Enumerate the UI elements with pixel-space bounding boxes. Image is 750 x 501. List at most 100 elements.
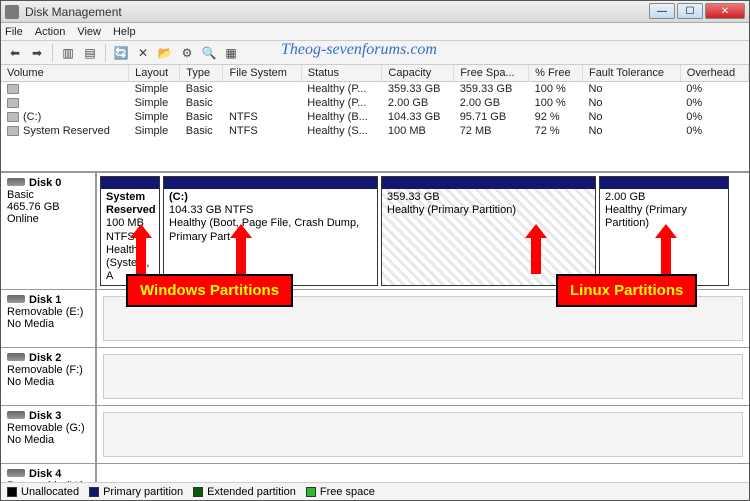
partition-area: System Reserved100 MB NTFSHealthy (Syste… bbox=[97, 173, 749, 289]
menu-help[interactable]: Help bbox=[113, 26, 136, 38]
column-header[interactable]: Free Spa... bbox=[454, 65, 529, 82]
disk-status: No Media bbox=[7, 376, 89, 388]
disk-header[interactable]: Disk 0Basic465.76 GBOnline bbox=[1, 173, 97, 289]
watermark-text: Theog-sevenforums.com bbox=[281, 41, 437, 59]
volume-list[interactable]: VolumeLayoutTypeFile SystemStatusCapacit… bbox=[1, 65, 749, 173]
disk-row: Disk 1Removable (E:)No Media bbox=[1, 290, 749, 348]
table-cell: Healthy (S... bbox=[301, 124, 382, 138]
volume-icon bbox=[7, 126, 19, 136]
table-row[interactable]: SimpleBasicHealthy (P...359.33 GB359.33 … bbox=[1, 82, 749, 97]
disk-name: Disk 3 bbox=[29, 410, 61, 422]
partition[interactable]: 359.33 GBHealthy (Primary Partition) bbox=[381, 176, 596, 286]
table-cell: 100 MB bbox=[382, 124, 454, 138]
column-header[interactable]: Volume bbox=[1, 65, 129, 82]
titlebar: Disk Management ― ☐ ✕ bbox=[1, 1, 749, 23]
volume-icon bbox=[7, 98, 19, 108]
disk-row: Disk 3Removable (G:)No Media bbox=[1, 406, 749, 464]
column-header[interactable]: Overhead bbox=[680, 65, 748, 82]
disk-header[interactable]: Disk 2Removable (F:)No Media bbox=[1, 348, 97, 405]
graphical-view[interactable]: Disk 0Basic465.76 GBOnlineSystem Reserve… bbox=[1, 173, 749, 482]
properties-button[interactable]: ▤ bbox=[80, 43, 100, 63]
volume-icon bbox=[7, 84, 19, 94]
column-header[interactable]: Status bbox=[301, 65, 382, 82]
settings-button[interactable]: ⚙ bbox=[177, 43, 197, 63]
partition-size: 359.33 GB bbox=[387, 191, 590, 204]
explore-button[interactable]: 📂 bbox=[155, 43, 175, 63]
disk-row: Disk 2Removable (F:)No Media bbox=[1, 348, 749, 406]
table-cell: Healthy (B... bbox=[301, 110, 382, 124]
menu-action[interactable]: Action bbox=[35, 26, 66, 38]
table-cell: 0% bbox=[680, 96, 748, 110]
volume-icon bbox=[7, 112, 19, 122]
disk-icon bbox=[7, 411, 25, 419]
menu-file[interactable]: File bbox=[5, 26, 23, 38]
column-header[interactable]: % Free bbox=[529, 65, 583, 82]
table-cell: 0% bbox=[680, 124, 748, 138]
table-cell: No bbox=[582, 96, 680, 110]
back-button[interactable]: ⬅ bbox=[5, 43, 25, 63]
partition-status: Healthy (Boot, Page File, Crash Dump, Pr… bbox=[169, 217, 372, 243]
disk-icon bbox=[7, 469, 25, 477]
table-cell: 95.71 GB bbox=[454, 110, 529, 124]
column-header[interactable]: Layout bbox=[129, 65, 180, 82]
column-header[interactable]: File System bbox=[223, 65, 301, 82]
disk-status: No Media bbox=[7, 318, 89, 330]
column-header[interactable]: Fault Tolerance bbox=[582, 65, 680, 82]
disk-type: Removable (G:) bbox=[7, 422, 89, 434]
partition-area bbox=[97, 464, 749, 482]
partition-size: 104.33 GB NTFS bbox=[169, 204, 372, 217]
table-cell: 359.33 GB bbox=[454, 82, 529, 97]
partition-color-bar bbox=[101, 177, 159, 189]
no-media-region[interactable] bbox=[103, 354, 743, 399]
table-cell: No bbox=[582, 82, 680, 97]
table-cell bbox=[223, 96, 301, 110]
disk-header[interactable]: Disk 1Removable (E:)No Media bbox=[1, 290, 97, 347]
disk-header[interactable]: Disk 4Removable (H:) bbox=[1, 464, 97, 482]
partition[interactable]: (C:)104.33 GB NTFSHealthy (Boot, Page Fi… bbox=[163, 176, 378, 286]
menu-view[interactable]: View bbox=[77, 26, 101, 38]
table-cell: Simple bbox=[129, 82, 180, 97]
disk-size: 465.76 GB bbox=[7, 201, 89, 213]
no-media-region[interactable] bbox=[103, 412, 743, 457]
close-button[interactable]: ✕ bbox=[705, 3, 745, 19]
no-media-region[interactable] bbox=[103, 296, 743, 341]
table-cell: No bbox=[582, 110, 680, 124]
table-cell: 359.33 GB bbox=[382, 82, 454, 97]
disk-type: Removable (E:) bbox=[7, 306, 89, 318]
column-header[interactable]: Capacity bbox=[382, 65, 454, 82]
app-icon bbox=[5, 5, 19, 19]
table-cell: Simple bbox=[129, 110, 180, 124]
table-cell: Simple bbox=[129, 124, 180, 138]
partition-area bbox=[97, 290, 749, 347]
column-header[interactable]: Type bbox=[180, 65, 223, 82]
partition[interactable]: System Reserved100 MB NTFSHealthy (Syste… bbox=[100, 176, 160, 286]
disk-name: Disk 0 bbox=[29, 177, 61, 189]
disk-row: Disk 0Basic465.76 GBOnlineSystem Reserve… bbox=[1, 173, 749, 290]
minimize-button[interactable]: ― bbox=[649, 3, 675, 19]
table-cell: 92 % bbox=[529, 110, 583, 124]
table-row[interactable]: (C:)SimpleBasicNTFSHealthy (B...104.33 G… bbox=[1, 110, 749, 124]
refresh-button[interactable]: 🔄 bbox=[111, 43, 131, 63]
partition-color-bar bbox=[164, 177, 377, 189]
show-hide-tree-button[interactable]: ▥ bbox=[58, 43, 78, 63]
partition-size: 2.00 GB bbox=[605, 191, 723, 204]
disk-status: Online bbox=[7, 213, 89, 225]
legend-primary: Primary partition bbox=[89, 486, 183, 498]
disk-status: No Media bbox=[7, 434, 89, 446]
delete-button[interactable]: ✕ bbox=[133, 43, 153, 63]
table-row[interactable]: SimpleBasicHealthy (P...2.00 GB2.00 GB10… bbox=[1, 96, 749, 110]
disk-header[interactable]: Disk 3Removable (G:)No Media bbox=[1, 406, 97, 463]
partition-color-bar bbox=[382, 177, 595, 189]
disk-icon bbox=[7, 295, 25, 303]
partition-name: (C:) bbox=[169, 191, 372, 204]
extra1-button[interactable]: 🔍 bbox=[199, 43, 219, 63]
extra2-button[interactable]: ▦ bbox=[221, 43, 241, 63]
table-row[interactable]: System ReservedSimpleBasicNTFSHealthy (S… bbox=[1, 124, 749, 138]
table-cell: 2.00 GB bbox=[382, 96, 454, 110]
table-cell: 0% bbox=[680, 82, 748, 97]
maximize-button[interactable]: ☐ bbox=[677, 3, 703, 19]
table-cell bbox=[223, 82, 301, 97]
window-title: Disk Management bbox=[25, 5, 122, 19]
forward-button[interactable]: ➡ bbox=[27, 43, 47, 63]
partition[interactable]: 2.00 GBHealthy (Primary Partition) bbox=[599, 176, 729, 286]
